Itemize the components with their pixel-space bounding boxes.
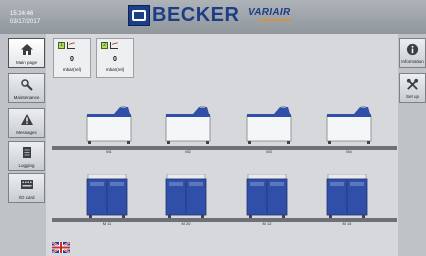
pressure-panel-1[interactable]: 1 0 mbar(rel) bbox=[53, 38, 91, 78]
tools-icon bbox=[20, 79, 33, 91]
home-icon bbox=[20, 44, 33, 55]
pump-cabinet-icon bbox=[246, 173, 288, 218]
clock: 15:24:46 03/17/2017 bbox=[10, 10, 40, 26]
nav-maintenance[interactable]: Maintenance bbox=[8, 73, 45, 103]
setup-icon bbox=[406, 78, 419, 90]
machine-rail-bottom bbox=[52, 218, 397, 222]
pump-cabinet-icon bbox=[86, 173, 128, 218]
pump-unit-icon bbox=[326, 106, 372, 144]
pump-cabinet-icon bbox=[326, 173, 368, 218]
pressure-unit: mbar(rel) bbox=[62, 67, 82, 72]
becker-logo-icon bbox=[128, 5, 150, 26]
trend-chart-icon bbox=[67, 42, 76, 49]
nav-maintenance-label: Maintenance bbox=[13, 95, 40, 100]
pump-unit-icon bbox=[86, 106, 132, 144]
clock-time: 15:24:46 bbox=[10, 11, 34, 17]
pump-unit-icon bbox=[165, 106, 211, 144]
nav-set-up[interactable]: Set up bbox=[399, 73, 426, 103]
info-icon bbox=[406, 43, 419, 56]
pump-unit-icon bbox=[246, 106, 292, 144]
machine-rail-top bbox=[52, 146, 397, 150]
nav-main-page-label: Main page bbox=[15, 60, 37, 65]
pump-cabinet-icon bbox=[165, 173, 207, 218]
variair-logo-text: VARIAIR bbox=[248, 7, 291, 18]
logging-icon bbox=[22, 147, 31, 158]
nav-logging-label: Logging bbox=[18, 163, 35, 168]
pump-unit-m2[interactable]: M2 bbox=[165, 106, 211, 154]
nav-logging[interactable]: Logging bbox=[8, 141, 45, 171]
nav-io-card-label: I/O card bbox=[18, 195, 35, 200]
variair-logo-stripe bbox=[258, 19, 292, 21]
pump-unit-m1[interactable]: M1 bbox=[86, 106, 132, 154]
pump-cabinet-m20[interactable]: M 20 bbox=[165, 173, 207, 226]
pump-unit-m3[interactable]: M3 bbox=[246, 106, 292, 154]
becker-logo-text: BECKER bbox=[152, 4, 240, 26]
pressure-value: 0 bbox=[70, 56, 74, 63]
warning-icon bbox=[20, 114, 33, 125]
pump-unit-m4[interactable]: M4 bbox=[326, 106, 372, 154]
uk-flag-icon[interactable] bbox=[52, 242, 70, 253]
pump-cabinet-m12[interactable]: M 12 bbox=[246, 173, 288, 226]
io-card-icon bbox=[20, 180, 33, 189]
nav-messages-label: Messages bbox=[16, 130, 37, 135]
clock-date: 03/17/2017 bbox=[10, 19, 41, 25]
variair-logo: VARIAIR bbox=[248, 7, 298, 25]
pressure-panel-2[interactable]: 2 0 mbar(rel) bbox=[96, 38, 134, 78]
panel-number-badge: 2 bbox=[101, 42, 108, 49]
nav-io-card[interactable]: I/O card bbox=[8, 173, 45, 203]
nav-messages[interactable]: Messages bbox=[8, 108, 45, 138]
pressure-value: 0 bbox=[113, 56, 117, 63]
pump-cabinet-m11[interactable]: M 11 bbox=[86, 173, 128, 226]
nav-main-page[interactable]: Main page bbox=[8, 38, 45, 68]
title-bar: 15:24:46 03/17/2017 BECKER VARIAIR bbox=[0, 0, 426, 34]
pressure-unit: mbar(rel) bbox=[105, 67, 125, 72]
becker-logo: BECKER bbox=[128, 4, 240, 26]
nav-information-label: Information bbox=[401, 59, 424, 64]
trend-chart-icon bbox=[110, 42, 119, 49]
pump-cabinet-m14[interactable]: M 14 bbox=[326, 173, 368, 226]
nav-information[interactable]: Information bbox=[399, 38, 426, 68]
panel-number-badge: 1 bbox=[58, 42, 65, 49]
nav-set-up-label: Set up bbox=[405, 94, 419, 99]
